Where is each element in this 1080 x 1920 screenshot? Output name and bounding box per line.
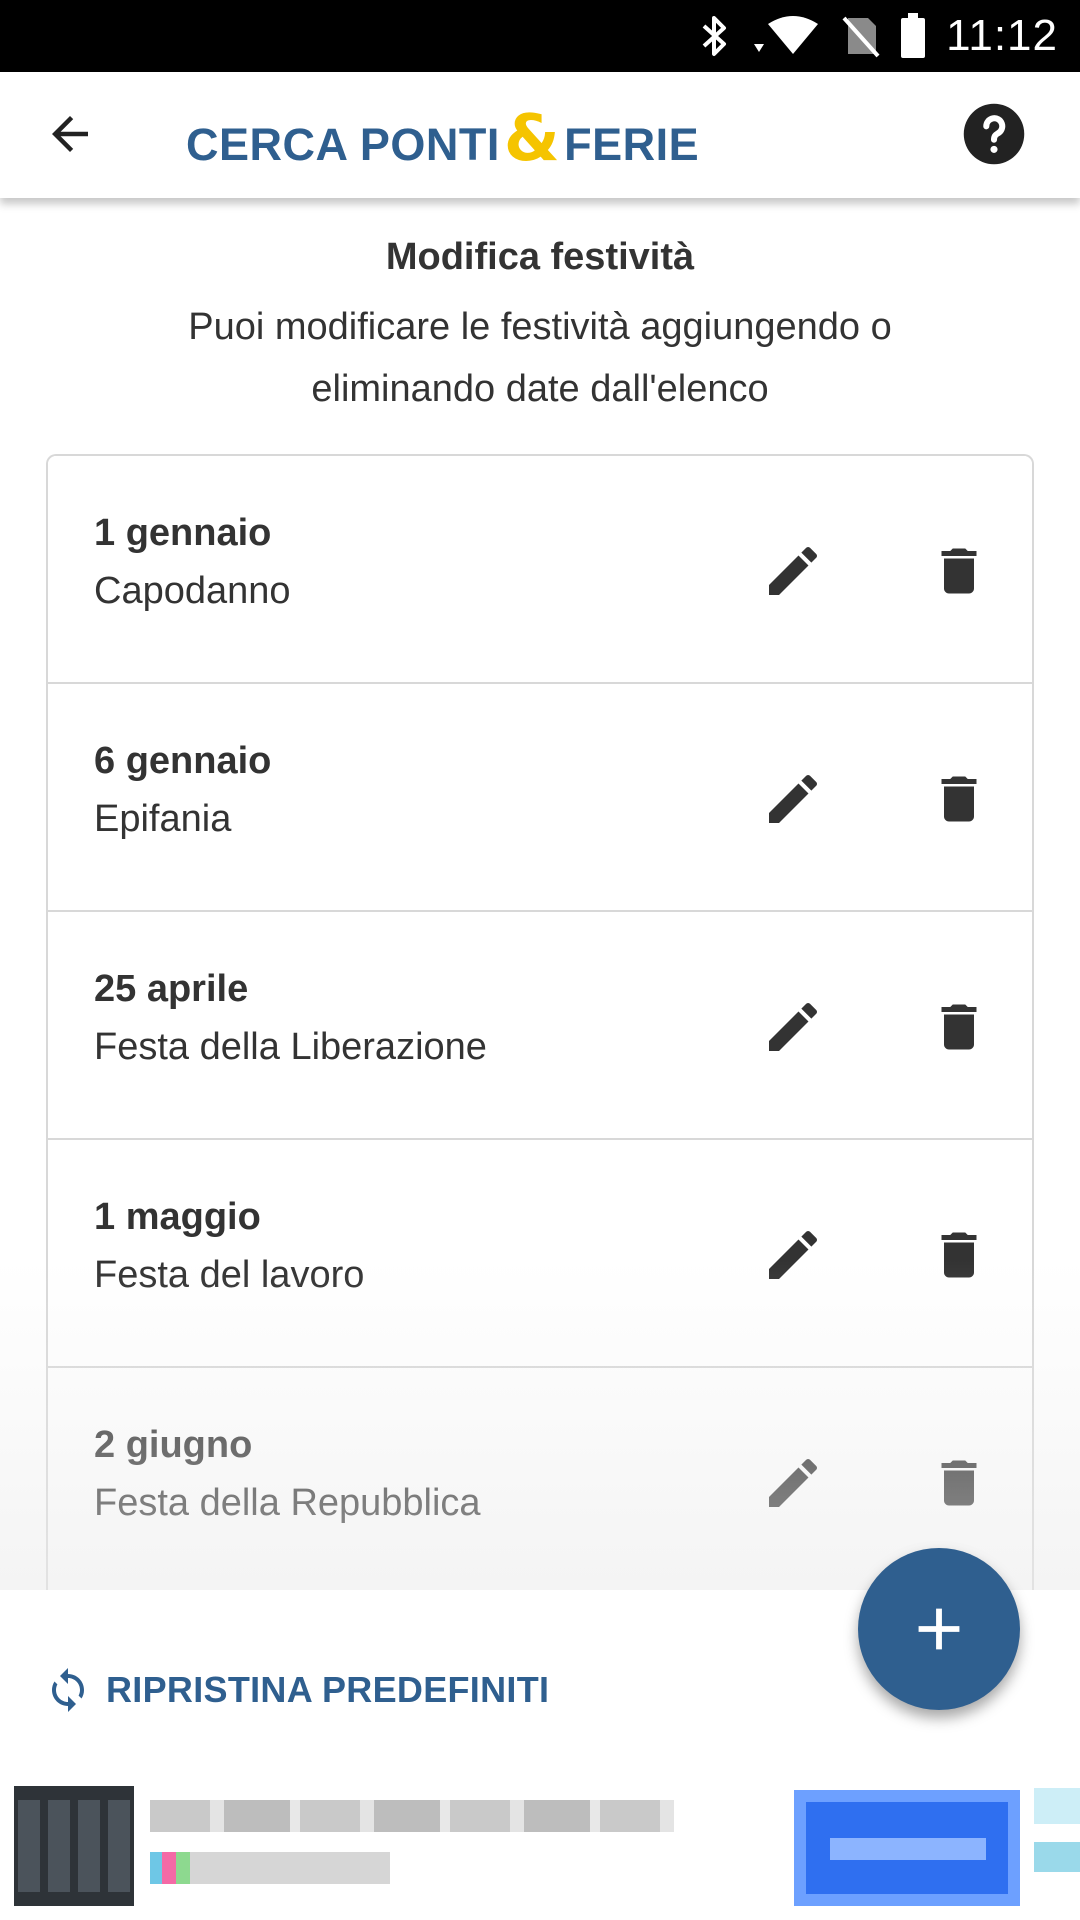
holiday-name: Festa della Repubblica [94,1482,481,1524]
page-title: Modifica festività [385,236,695,278]
edit-button[interactable] [748,754,838,844]
trash-icon [941,1232,977,1278]
no-sim-icon [840,14,880,58]
holiday-date: 1 gennaio [94,512,272,554]
logo-ampersand: & [503,102,561,176]
edit-button[interactable] [748,982,838,1072]
arrow-back-icon [52,116,88,152]
refresh-icon [52,1668,84,1712]
trash-icon [941,1004,977,1050]
delete-button[interactable] [914,1210,1004,1300]
pencil-icon [769,546,818,595]
ad-thumbnail [14,1786,134,1906]
delete-button[interactable] [914,754,1004,844]
holiday-name: Epifania [94,798,232,840]
ad-side-graphic [1034,1788,1080,1908]
holiday-date: 1 maggio [94,1196,261,1238]
delete-button[interactable] [914,526,1004,616]
trash-icon [941,1460,977,1506]
restore-defaults-button[interactable]: RIPRISTINA PREDEFINITI [44,1650,549,1730]
holiday-name: Capodanno [94,570,291,612]
back-button[interactable] [30,94,110,174]
app-bar: CERCA PONTI & FERIE [0,72,1080,198]
trash-icon [941,776,977,822]
pencil-icon [769,1230,818,1279]
bluetooth-icon [700,14,730,58]
edit-button[interactable] [748,526,838,616]
delete-button[interactable] [914,1438,1004,1528]
ad-subline-blurred [150,1852,390,1884]
wifi-icon [750,14,820,58]
add-holiday-button[interactable] [858,1548,1020,1710]
plus-icon [918,1608,960,1650]
pencil-icon [769,774,818,823]
holiday-date: 2 giugno [94,1424,253,1466]
holiday-list: 1 gennaio Capodanno 6 gennaio Epifania 2… [46,454,1034,1600]
restore-defaults-label: RIPRISTINA PREDEFINITI [106,1669,550,1710]
list-item: 6 gennaio Epifania [48,684,1032,912]
holiday-date: 6 gennaio [94,740,272,782]
list-item: 1 gennaio Capodanno [48,456,1032,684]
help-circle-icon [963,103,1025,165]
ad-banner[interactable] [0,1780,1080,1920]
ad-headline-blurred [150,1800,674,1832]
delete-button[interactable] [914,982,1004,1072]
edit-button[interactable] [748,1438,838,1528]
edit-button[interactable] [748,1210,838,1300]
list-item: 2 giugno Festa della Repubblica [48,1368,1032,1596]
app-logo: CERCA PONTI & FERIE [186,102,700,176]
logo-text-part1: CERCA PONTI [186,119,500,170]
battery-icon [900,13,926,59]
page-subtitle: Puoi modificare le festività aggiungendo… [188,306,892,410]
list-item: 1 maggio Festa del lavoro [48,1140,1032,1368]
holiday-name: Festa del lavoro [94,1254,365,1296]
trash-icon [941,548,977,594]
logo-text-part2: FERIE [564,119,700,170]
pencil-icon [769,1002,818,1051]
holiday-date: 25 aprile [94,968,249,1010]
clock: 11:12 [946,11,1058,60]
holiday-name: Festa della Liberazione [94,1026,487,1068]
status-bar: 11:12 [0,0,1080,72]
list-item: 25 aprile Festa della Liberazione [48,912,1032,1140]
help-button[interactable] [952,92,1036,176]
ad-cta-button[interactable] [794,1790,1020,1906]
pencil-icon [769,1458,818,1507]
